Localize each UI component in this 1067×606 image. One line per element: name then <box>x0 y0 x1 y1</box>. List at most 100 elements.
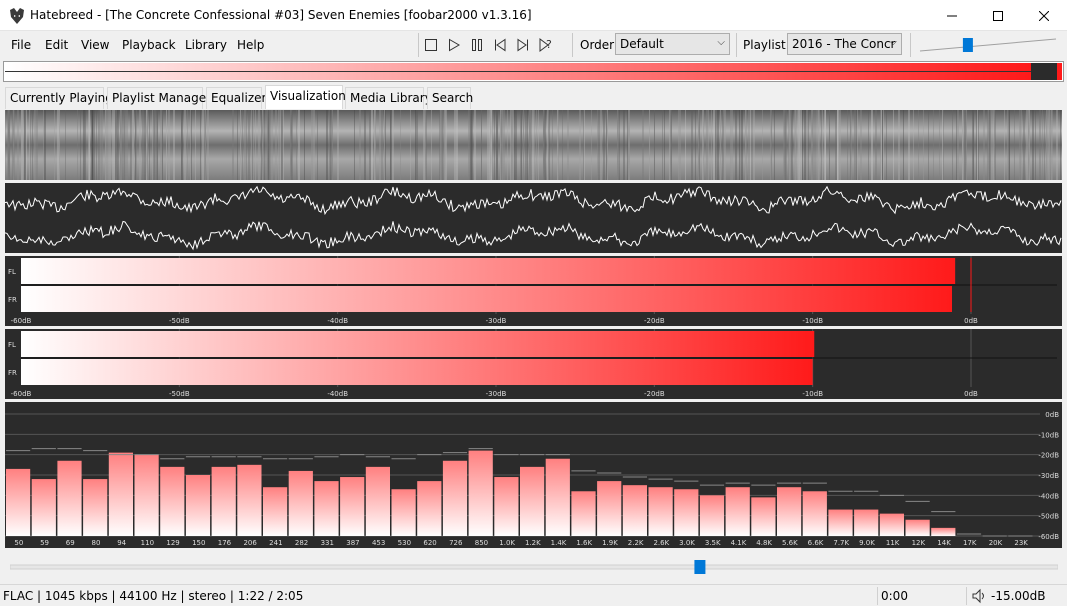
previous-button[interactable] <box>491 36 509 54</box>
meter-scale-label: -50dB <box>169 317 190 325</box>
meter-scale-label: -30dB <box>486 317 507 325</box>
spectrum-freq-label: 1.4K <box>551 539 567 547</box>
minimize-button[interactable] <box>929 0 975 31</box>
menu-help[interactable]: Help <box>237 38 264 52</box>
menu-edit[interactable]: Edit <box>45 38 68 52</box>
spectrum-bar <box>442 460 468 536</box>
rms-meter-graphic: FL FR -60dB -50dB -40dB -30dB -20dB -10dB 0dB <box>8 329 1057 398</box>
spectrum-bar <box>57 460 82 536</box>
spectrum-freq-label: 1.2K <box>525 539 541 547</box>
menu-view[interactable]: View <box>81 38 109 52</box>
spectrum-freq-label: 23K <box>1014 539 1028 547</box>
seek-bar-thumb[interactable] <box>694 560 706 574</box>
spectrum-freq-label: 850 <box>475 539 488 547</box>
svg-text:?: ? <box>546 38 552 51</box>
spectrum-bar <box>6 468 31 536</box>
spectrum-freq-label: 11K <box>886 539 900 547</box>
channel-label-fl: FL <box>8 268 16 276</box>
tab-equalizer[interactable]: Equalizer <box>206 87 266 109</box>
play-button[interactable] <box>445 36 463 54</box>
spectrum-bar <box>674 489 699 536</box>
spectrum-freq-label: 331 <box>321 539 334 547</box>
status-divider <box>966 587 967 605</box>
spectrum-freq-label: 2.6K <box>653 539 669 547</box>
spectrum-bar <box>648 487 673 536</box>
spectrum-bar <box>802 491 827 536</box>
spectrum-bar <box>879 513 904 536</box>
tab-media-library[interactable]: Media Library <box>345 87 432 109</box>
status-track-info: FLAC | 1045 kbps | 44100 Hz | stereo | 1… <box>3 589 304 603</box>
spectrum-freq-label: 1.6K <box>576 539 592 547</box>
spectrum-db-label: -20dB <box>1038 452 1059 460</box>
spectrum-db-label: -30dB <box>1038 472 1059 480</box>
spectrum-freq-label: 1.9K <box>602 539 618 547</box>
spectrum-bar <box>263 487 288 536</box>
tab-playlist-manager[interactable]: Playlist Manager <box>107 87 211 109</box>
spectrum-bar <box>185 475 211 536</box>
meter-scale-label: -60dB <box>11 390 32 398</box>
tab-bar: Currently Playing Playlist Manager Equal… <box>0 85 1067 109</box>
tab-currently-playing[interactable]: Currently Playing <box>5 87 113 109</box>
toolbar-separator <box>572 33 573 57</box>
maximize-icon <box>993 10 1003 21</box>
maximize-button[interactable] <box>975 0 1021 31</box>
meter-scale-label: -50dB <box>169 390 190 398</box>
spectrum-freq-label: 110 <box>141 539 154 547</box>
stop-button[interactable] <box>422 36 440 54</box>
spectrum-bar <box>725 487 750 536</box>
rms-meter-panel: FL FR -60dB -50dB -40dB -30dB -20dB -10dB 0dB <box>5 329 1062 399</box>
stop-icon <box>425 39 437 51</box>
tab-search[interactable]: Search <box>427 87 473 109</box>
status-divider <box>877 587 878 605</box>
meter-scale-label: -20dB <box>644 317 665 325</box>
meter-scale-label: -20dB <box>644 390 665 398</box>
order-dropdown[interactable]: Default ⌵ <box>615 33 730 55</box>
menu-file[interactable]: File <box>11 38 31 52</box>
spectrum-freq-label: 50 <box>14 539 23 547</box>
spectrogram-graphic <box>5 110 1062 180</box>
toolbar-separator <box>736 33 737 57</box>
menu-playback[interactable]: Playback <box>122 38 176 52</box>
spectrum-freq-label: 206 <box>243 539 257 547</box>
playlist-dropdown[interactable]: 2016 - The Concr ⌵ <box>787 33 902 55</box>
spectrum-freq-label: 3.5K <box>705 539 721 547</box>
spectrum-freq-label: 17K <box>963 539 977 547</box>
close-button[interactable] <box>1021 0 1067 31</box>
pause-button[interactable] <box>468 36 486 54</box>
spectrum-freq-label: 59 <box>40 539 49 547</box>
spectrum-freq-label: 7.7K <box>833 539 849 547</box>
spectrum-bar <box>777 487 802 536</box>
random-button[interactable]: ? <box>537 36 555 54</box>
spectrum-freq-label: 453 <box>372 539 385 547</box>
volume-slider[interactable] <box>918 36 1058 54</box>
spectrum-bar <box>520 466 545 536</box>
menu-library[interactable]: Library <box>185 38 227 52</box>
order-value: Default <box>620 37 664 51</box>
spectrum-bar <box>340 477 365 536</box>
volume-slider-thumb[interactable] <box>962 38 973 52</box>
status-bar: FLAC | 1045 kbps | 44100 Hz | stereo | 1… <box>0 584 1067 606</box>
next-button[interactable] <box>514 36 532 54</box>
spectrum-bar <box>545 458 570 536</box>
previous-icon <box>495 38 506 52</box>
meter-scale-label: -40dB <box>327 390 348 398</box>
peak-bar-fl <box>21 258 956 284</box>
spectrum-bar <box>417 481 442 536</box>
tab-visualization[interactable]: Visualization <box>265 85 346 109</box>
close-icon <box>1039 10 1049 21</box>
status-volume: -15.00dB <box>991 589 1046 603</box>
speaker-icon[interactable] <box>971 588 987 604</box>
seek-bar[interactable] <box>10 560 1058 574</box>
spectrum-bar <box>160 466 185 536</box>
meter-scale-label: -10dB <box>802 317 823 325</box>
channel-label-fl: FL <box>8 341 16 349</box>
spectrum-freq-label: 726 <box>449 539 463 547</box>
spectrum-freq-label: 129 <box>166 539 179 547</box>
spectrum-bar <box>134 454 159 536</box>
spectrum-bar <box>931 527 956 536</box>
spectrum-bar <box>83 479 108 536</box>
playlist-label: Playlist: <box>743 38 790 52</box>
spectrum-bar <box>699 495 725 536</box>
rms-bar-fl <box>21 331 815 357</box>
channel-label-fr: FR <box>8 296 17 304</box>
